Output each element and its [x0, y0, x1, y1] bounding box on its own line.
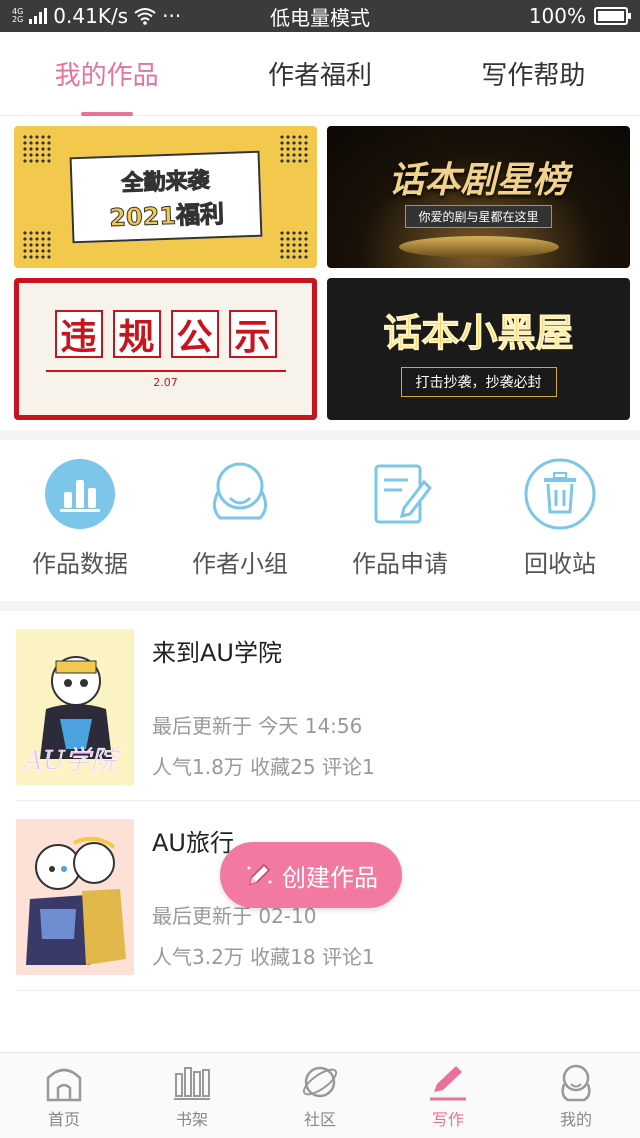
planet-icon — [302, 1066, 338, 1097]
bookshelf-icon — [174, 1066, 210, 1100]
banner-grid: 全勤来袭 2021福利 话本剧星榜 你爱的剧与星都在这里 违 规 公 示 2.0… — [0, 116, 640, 430]
pen-icon — [430, 1065, 466, 1100]
bottom-nav: 首页 书架 社区 写作 我的 — [0, 1052, 640, 1138]
top-tabs: 我的作品 作者福利 写作帮助 — [0, 32, 640, 116]
trash-icon — [524, 458, 596, 530]
pencil-icon — [247, 863, 272, 886]
battery-icon — [594, 7, 631, 25]
signal-icon — [29, 8, 48, 24]
work-stats: 人气3.2万 收藏18 评论1 — [152, 945, 375, 969]
tool-label: 作者小组 — [192, 550, 288, 578]
network-type: 4G 2G — [12, 7, 24, 24]
tab-my-works[interactable]: 我的作品 — [45, 32, 169, 116]
nav-label: 书架 — [175, 1109, 208, 1129]
banner-attendance-welfare[interactable]: 全勤来袭 2021福利 — [14, 126, 317, 268]
status-bar: 4G 2G 0.41K/s ··· 低电量模式 100% — [0, 0, 640, 32]
dots-decoration — [22, 230, 52, 260]
nav-write[interactable]: 写作 — [408, 1062, 488, 1130]
tool-label: 作品数据 — [32, 550, 128, 578]
tab-author-benefits[interactable]: 作者福利 — [258, 32, 382, 116]
group-icon — [204, 458, 276, 530]
work-title: 来到AU学院 — [152, 639, 282, 667]
create-work-label: 创建作品 — [282, 863, 378, 892]
tool-label: 作品申请 — [352, 550, 448, 578]
battery-percent: 100% — [528, 4, 586, 28]
more-indicator: ··· — [162, 4, 182, 28]
banner-title: 全勤来袭 — [120, 167, 210, 197]
dots-decoration — [22, 134, 52, 164]
dots-decoration — [279, 230, 309, 260]
nav-label: 首页 — [47, 1109, 80, 1129]
nav-community[interactable]: 社区 — [280, 1062, 360, 1130]
banner-card: 全勤来袭 2021福利 — [69, 150, 262, 244]
banner-title: 话本剧星榜 — [388, 160, 569, 201]
tool-author-group[interactable]: 作者小组 — [165, 458, 315, 579]
wifi-icon — [134, 8, 156, 25]
work-item[interactable]: AU学院 来到AU学院 最后更新于 今天 14:56 人气1.8万 收藏25 评… — [16, 611, 640, 801]
tab-writing-help[interactable]: 写作帮助 — [471, 32, 595, 116]
banner-title: 违 规 公 示 — [54, 309, 277, 358]
work-updated: 最后更新于 今天 14:56 — [152, 714, 363, 738]
tool-work-application[interactable]: 作品申请 — [325, 458, 475, 579]
banner-subtitle: 打击抄袭，抄袭必封 — [400, 366, 557, 397]
banner-subtitle: 2021福利 — [108, 199, 225, 232]
nav-label: 我的 — [559, 1109, 592, 1129]
banner-violation-notice[interactable]: 违 规 公 示 2.07 — [14, 278, 317, 420]
works-list: AU学院 来到AU学院 最后更新于 今天 14:56 人气1.8万 收藏25 评… — [0, 611, 640, 991]
banner-subtitle: 你爱的剧与星都在这里 — [405, 205, 552, 228]
tool-work-data[interactable]: 作品数据 — [5, 458, 155, 579]
work-stats: 人气1.8万 收藏25 评论1 — [152, 755, 375, 779]
tool-recycle-bin[interactable]: 回收站 — [485, 458, 635, 579]
bar-chart-icon — [44, 458, 116, 530]
section-divider — [0, 430, 640, 440]
work-info: 来到AU学院 最后更新于 今天 14:56 人气1.8万 收藏25 评论1 — [152, 629, 375, 782]
banner-blacklist[interactable]: 话本小黑屋 打击抄袭，抄袭必封 — [327, 278, 630, 420]
create-work-button[interactable]: 创建作品 — [220, 842, 402, 908]
nav-profile[interactable]: 我的 — [536, 1062, 616, 1130]
work-cover: AU学院 — [16, 629, 134, 785]
home-icon — [46, 1068, 82, 1101]
nav-home[interactable]: 首页 — [24, 1062, 104, 1130]
work-cover — [16, 819, 134, 975]
banner-date: 2.07 — [153, 375, 178, 389]
tool-row: 作品数据 作者小组 作品申请 回收站 — [0, 440, 640, 601]
nav-label: 写作 — [431, 1109, 464, 1129]
stage-decoration — [398, 236, 559, 258]
banner-star-ranking[interactable]: 话本剧星榜 你爱的剧与星都在这里 — [327, 126, 630, 268]
edit-document-icon — [364, 458, 436, 530]
divider-line — [45, 369, 286, 372]
cover-text: AU学院 — [22, 746, 121, 776]
nav-label: 社区 — [303, 1109, 336, 1129]
tool-label: 回收站 — [524, 550, 596, 578]
dots-decoration — [279, 134, 309, 164]
profile-icon — [561, 1064, 591, 1101]
nav-bookshelf[interactable]: 书架 — [152, 1062, 232, 1130]
section-divider — [0, 601, 640, 611]
banner-title: 话本小黑屋 — [383, 310, 574, 355]
network-speed: 0.41K/s — [53, 4, 129, 28]
